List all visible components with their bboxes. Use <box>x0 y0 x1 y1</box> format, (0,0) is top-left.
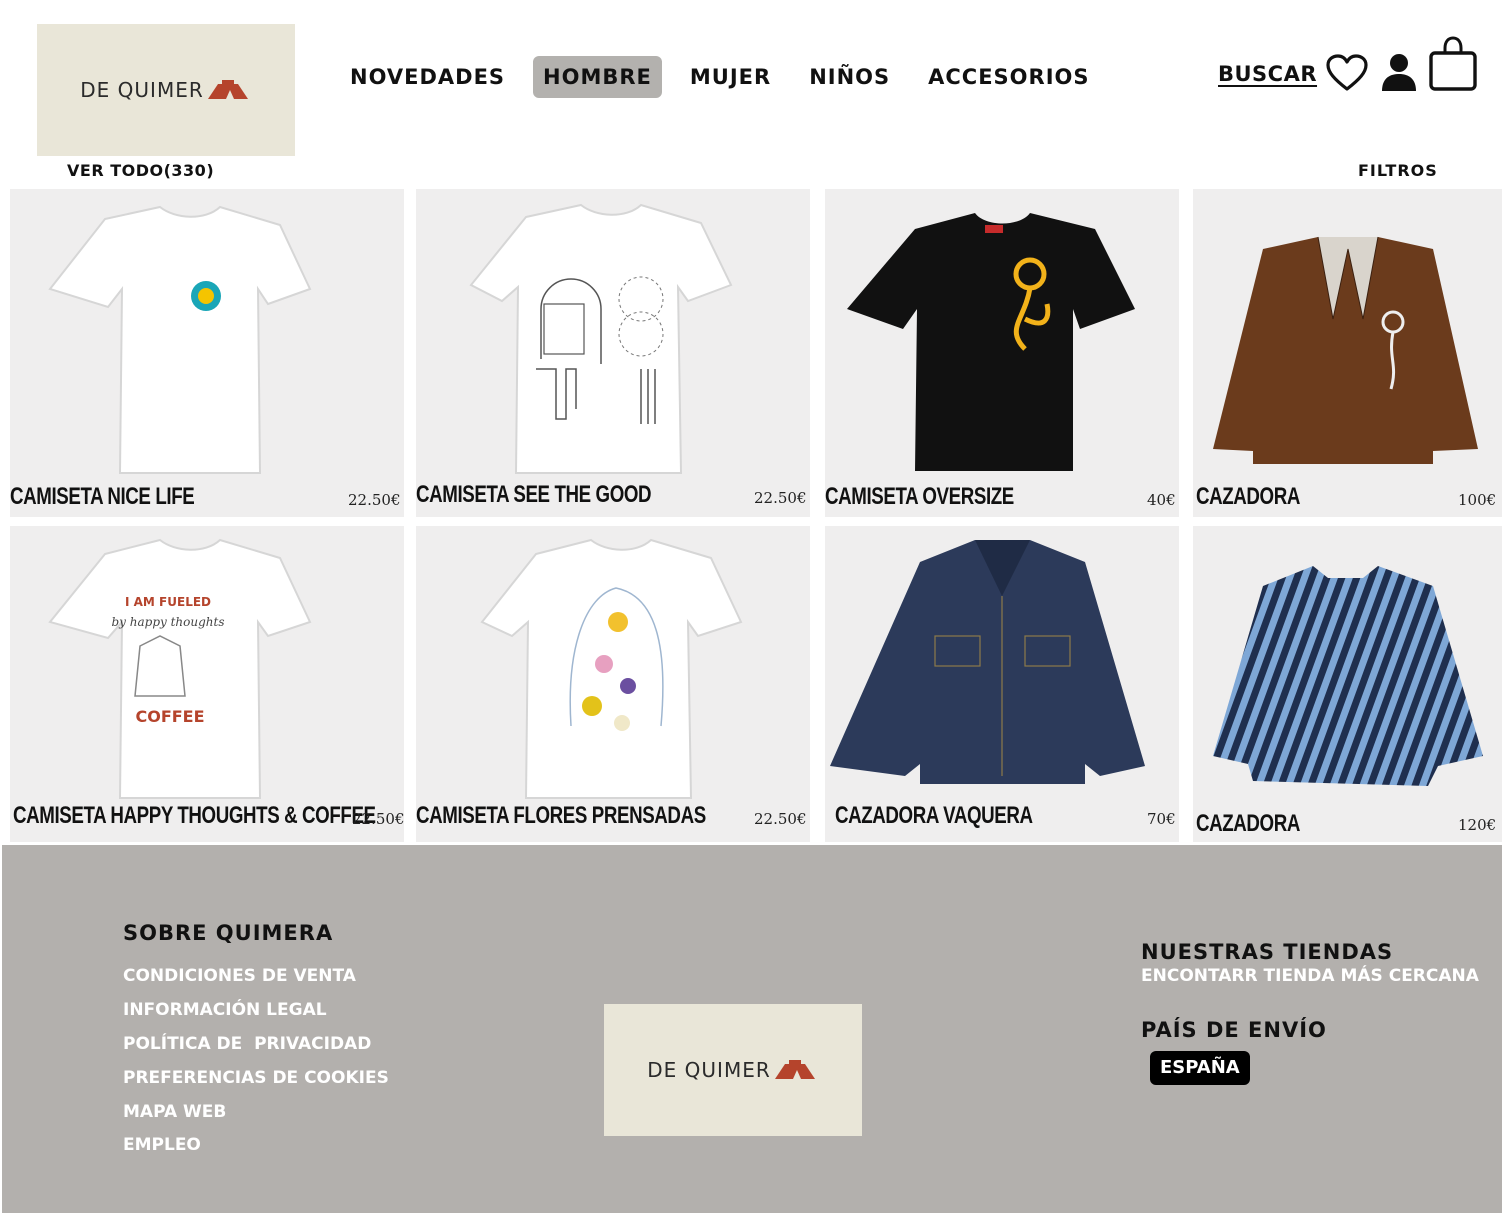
product-price: 70€ <box>1147 810 1176 828</box>
product-card[interactable]: CAMISETA FLORES PRENSADAS 22.50€ <box>416 526 810 842</box>
logo-text: DE QUIMER <box>80 78 204 102</box>
product-price: 22.50€ <box>754 489 807 507</box>
product-image <box>480 538 743 799</box>
view-all-link[interactable]: VER TODO(330) <box>67 161 214 180</box>
footer-link-cookies[interactable]: PREFERENCIAS DE COOKIES <box>123 1068 389 1088</box>
product-image <box>48 205 312 474</box>
product-image <box>830 540 1145 784</box>
user-icon[interactable] <box>1380 52 1418 92</box>
product-card[interactable]: I AM FUELED by happy thoughts COFFEE CAM… <box>10 526 404 842</box>
nav-hombre[interactable]: HOMBRE <box>533 56 662 98</box>
search-link[interactable]: BUSCAR <box>1218 62 1317 86</box>
product-image <box>1213 566 1483 786</box>
product-image <box>1213 236 1478 464</box>
product-price: 22.50€ <box>352 810 404 828</box>
product-card[interactable]: CAZADORA VAQUERA 70€ <box>825 526 1179 842</box>
main-nav: NOVEDADES HOMBRE MUJER NIÑOS ACCESORIOS <box>340 56 1118 98</box>
shopping-bag-icon[interactable] <box>1428 36 1478 92</box>
footer-logo[interactable]: DE QUIMER <box>604 1004 862 1136</box>
footer-link-conditions[interactable]: CONDICIONES DE VENTA <box>123 966 356 986</box>
product-card[interactable]: CAZADORA 120€ <box>1193 526 1502 842</box>
product-price: 40€ <box>1147 491 1176 509</box>
country-selector[interactable]: ESPAÑA <box>1150 1051 1250 1085</box>
nav-accesorios[interactable]: ACCESORIOS <box>918 56 1099 98</box>
pyramid-logo-icon <box>207 80 248 99</box>
svg-text:by happy thoughts: by happy thoughts <box>111 615 224 629</box>
site-footer: SOBRE QUIMERA CONDICIONES DE VENTA INFOR… <box>2 845 1502 1213</box>
stores-title: NUESTRAS TIENDAS <box>1141 940 1394 964</box>
product-name: CAZADORA <box>1196 483 1300 510</box>
product-name: CAMISETA HAPPY THOUGHTS & COFFEE <box>13 802 376 829</box>
product-price: 100€ <box>1458 491 1497 509</box>
heart-icon[interactable] <box>1326 54 1368 92</box>
logo-text: DE QUIMER <box>647 1058 771 1082</box>
product-image: I AM FUELED by happy thoughts COFFEE <box>48 538 312 799</box>
product-card[interactable]: CAMISETA NICE LIFE 22.50€ <box>10 189 404 517</box>
svg-text:I AM FUELED: I AM FUELED <box>125 595 211 609</box>
footer-link-sitemap[interactable]: MAPA WEB <box>123 1102 226 1122</box>
nav-ninos[interactable]: NIÑOS <box>799 56 900 98</box>
nav-novedades[interactable]: NOVEDADES <box>340 56 515 98</box>
product-name: CAMISETA SEE THE GOOD <box>416 481 652 508</box>
footer-link-privacy[interactable]: POLÍTICA DE PRIVACIDAD <box>123 1034 371 1054</box>
product-price: 120€ <box>1458 816 1497 834</box>
find-store-link[interactable]: ENCONTARR TIENDA MÁS CERCANA <box>1141 966 1479 986</box>
product-card[interactable]: CAZADORA 100€ <box>1193 189 1502 517</box>
shipping-country-title: PAÍS DE ENVÍO <box>1141 1018 1327 1042</box>
product-name: CAZADORA <box>1196 810 1300 837</box>
product-name: CAMISETA OVERSIZE <box>825 483 1014 510</box>
footer-link-legal[interactable]: INFORMACIÓN LEGAL <box>123 1000 327 1020</box>
product-name: CAZADORA VAQUERA <box>835 802 1033 829</box>
product-price: 22.50€ <box>348 491 401 509</box>
product-price: 22.50€ <box>754 810 807 828</box>
product-image <box>469 203 733 474</box>
product-name: CAMISETA NICE LIFE <box>10 483 195 510</box>
svg-text:COFFEE: COFFEE <box>135 707 204 726</box>
pyramid-logo-icon <box>774 1060 815 1079</box>
product-image <box>847 213 1135 471</box>
about-title: SOBRE QUIMERA <box>123 921 334 945</box>
product-card[interactable]: CAMISETA SEE THE GOOD 22.50€ <box>416 189 810 517</box>
product-name: CAMISETA FLORES PRENSADAS <box>416 802 706 829</box>
nav-mujer[interactable]: MUJER <box>680 56 781 98</box>
brand-logo[interactable]: DE QUIMER <box>37 24 295 156</box>
footer-link-jobs[interactable]: EMPLEO <box>123 1135 201 1155</box>
product-card[interactable]: CAMISETA OVERSIZE 40€ <box>825 189 1179 517</box>
filters-button[interactable]: FILTROS <box>1358 161 1438 180</box>
